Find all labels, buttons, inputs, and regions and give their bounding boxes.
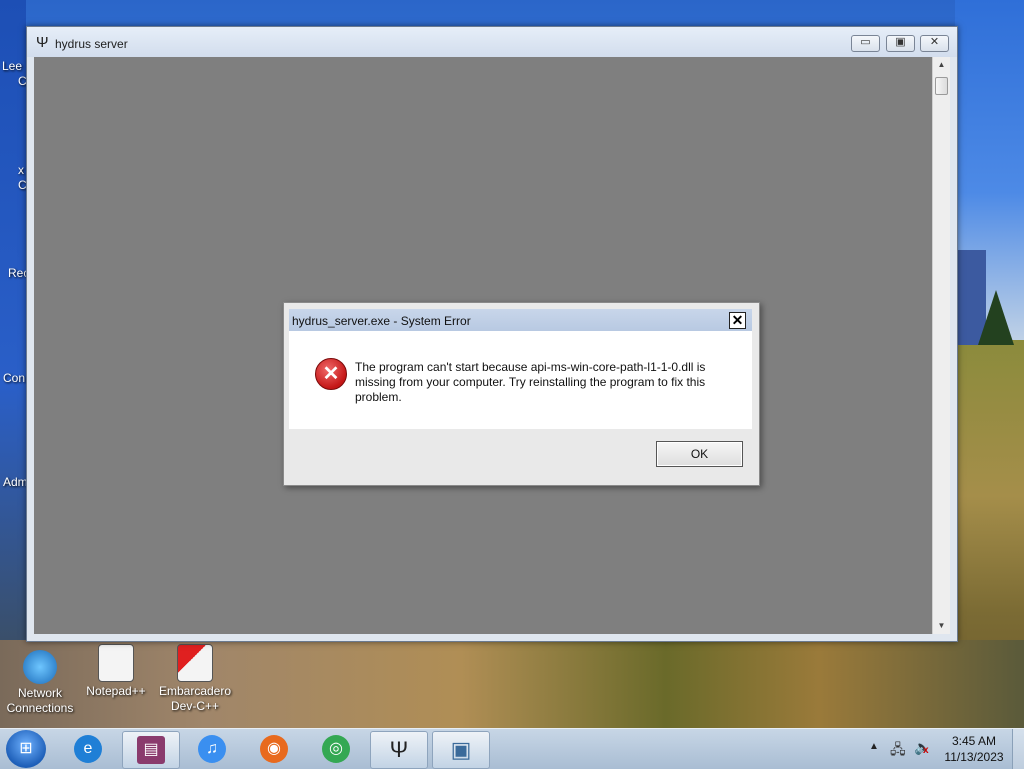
window-titlebar[interactable]: Ψ hydrus server ▭ ▣ ✕ xyxy=(27,27,957,57)
dialog-body: ✕ The program can't start because api-ms… xyxy=(289,331,752,429)
desktop-edge-label[interactable]: Con xyxy=(3,371,25,385)
clock-date[interactable]: 11/13/2023 xyxy=(940,750,1008,764)
close-button[interactable]: ✕ xyxy=(920,35,949,52)
dialog-close-button[interactable]: ✕ xyxy=(729,312,746,329)
close-icon: ✕ xyxy=(731,312,744,328)
desktop-icon-label: Notepad++ xyxy=(86,684,146,698)
scroll-up-icon[interactable]: ▲ xyxy=(933,57,950,73)
vertical-scrollbar[interactable]: ▲ ▼ xyxy=(932,57,950,634)
ok-button[interactable]: OK xyxy=(656,441,743,467)
error-icon: ✕ xyxy=(315,358,347,390)
desktop-background-tree xyxy=(978,290,1014,345)
desktop-edge-label[interactable]: x xyxy=(18,163,24,177)
taskbar-item-hydrus[interactable]: Ψ xyxy=(370,731,428,769)
firefox-icon: ◉ xyxy=(260,735,288,763)
taskbar-item-winrar[interactable]: ▤ xyxy=(122,731,180,769)
desktop-icon-label: Embarcadero xyxy=(158,684,232,698)
scrollbar-thumb[interactable] xyxy=(935,77,948,95)
maximize-button[interactable]: ▣ xyxy=(886,35,915,52)
maximize-icon: ▣ xyxy=(895,36,906,48)
dialog-title: hydrus_server.exe - System Error xyxy=(292,314,471,328)
dialog-message: The program can't start because api-ms-w… xyxy=(355,360,706,404)
show-desktop-button[interactable] xyxy=(1012,729,1024,769)
dev-cpp-icon xyxy=(177,644,213,682)
chrome-icon: ◎ xyxy=(322,735,350,763)
internet-explorer-icon: e xyxy=(74,735,102,763)
hydrus-app-icon: Ψ xyxy=(36,34,49,51)
desktop-edge-label[interactable]: Lee xyxy=(2,59,22,73)
taskbar-item-itunes[interactable]: ♫ xyxy=(184,731,240,767)
desktop-icon-label: Connections xyxy=(6,701,74,715)
itunes-icon: ♫ xyxy=(198,735,226,763)
show-hidden-icons-icon[interactable]: ▲ xyxy=(869,741,879,752)
window-title: hydrus server xyxy=(55,37,128,51)
system-error-dialog[interactable]: hydrus_server.exe - System Error ✕ ✕ The… xyxy=(283,302,760,486)
dialog-titlebar[interactable]: hydrus_server.exe - System Error ✕ xyxy=(289,309,752,331)
desktop-edge-label[interactable]: Adm xyxy=(3,475,28,489)
desktop-icon-notepad-plus-plus[interactable]: Notepad++ xyxy=(76,644,156,699)
desktop-icon-label: Dev-C++ xyxy=(170,699,220,713)
taskbar: ⊞ e ▤ ♫ ◉ ◎ Ψ ▣ ▲ 🖧 🔈 x 3:45 AM 11/13/20… xyxy=(0,728,1024,769)
taskbar-item-internet-explorer[interactable]: e xyxy=(60,731,116,767)
minimize-button[interactable]: ▭ xyxy=(851,35,880,52)
windows-logo-icon: ⊞ xyxy=(19,740,33,757)
network-globe-icon xyxy=(23,650,57,684)
network-tray-icon[interactable]: 🖧 xyxy=(890,739,906,763)
desktop-background-left xyxy=(0,0,26,640)
volume-muted-icon: x xyxy=(923,745,929,756)
notepad-plus-plus-icon xyxy=(98,644,134,682)
desktop-icon-network-connections[interactable]: Network Connections xyxy=(0,650,80,716)
taskbar-item-chrome[interactable]: ◎ xyxy=(308,731,364,767)
desktop-icon-label: Network xyxy=(17,686,62,700)
window-icon: ▣ xyxy=(450,737,472,762)
taskbar-item-firefox[interactable]: ◉ xyxy=(246,731,302,767)
start-button[interactable]: ⊞ xyxy=(6,730,46,768)
minimize-icon: ▭ xyxy=(860,36,871,48)
winrar-icon: ▤ xyxy=(137,736,165,764)
desktop-icon-embarcadero-dev-cpp[interactable]: Embarcadero Dev-C++ xyxy=(155,644,235,714)
clock-time[interactable]: 3:45 AM xyxy=(945,734,1003,748)
hydrus-icon: Ψ xyxy=(389,737,409,762)
taskbar-item-dialog-window[interactable]: ▣ xyxy=(432,731,490,769)
close-icon: ✕ xyxy=(929,36,940,48)
scroll-down-icon[interactable]: ▼ xyxy=(933,618,950,634)
